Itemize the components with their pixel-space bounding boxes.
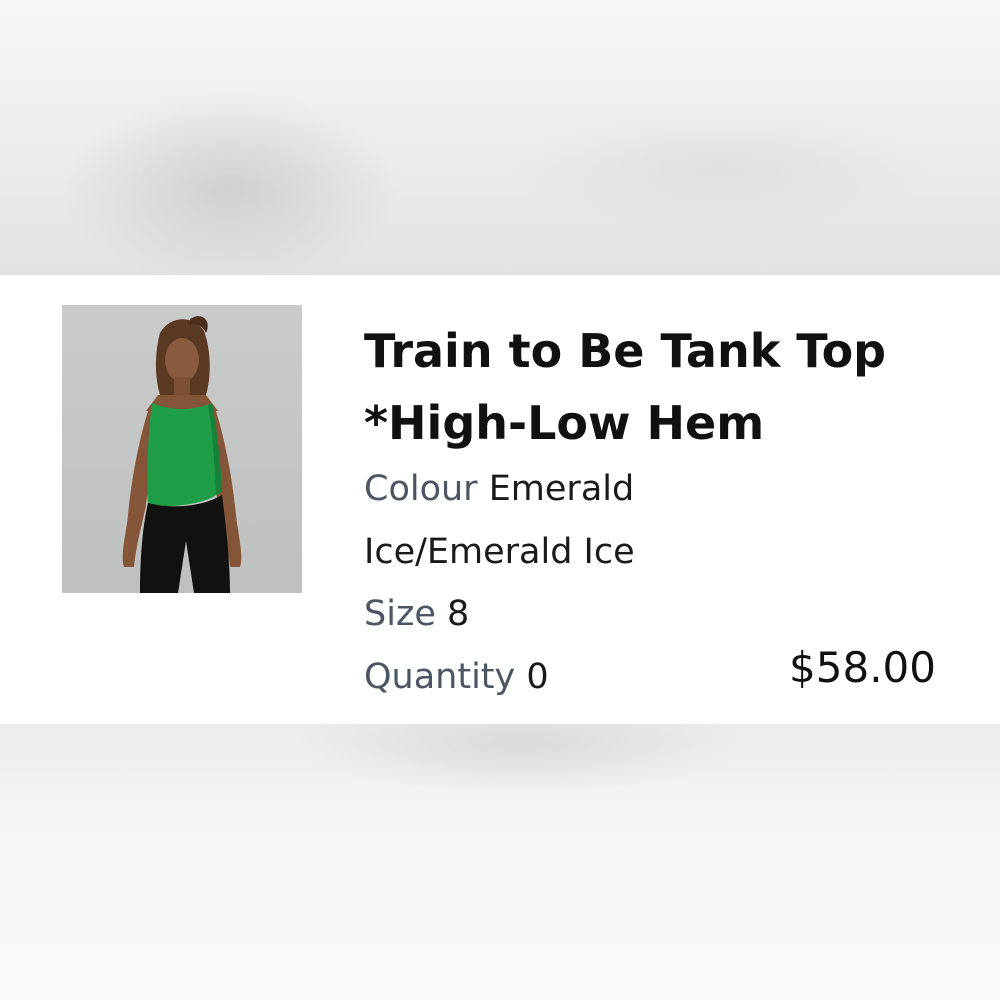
product-title-line1: Train to Be Tank Top	[364, 324, 887, 378]
quantity-label: Quantity	[364, 657, 527, 697]
price: $58.00	[789, 643, 936, 692]
blurred-background-bottom	[0, 724, 1000, 1000]
page: Train to Be Tank Top *High-Low Hem Colou…	[0, 0, 1000, 1000]
size-label: Size	[364, 594, 447, 634]
cart-item-card: Train to Be Tank Top *High-Low Hem Colou…	[0, 275, 1000, 724]
product-title[interactable]: Train to Be Tank Top *High-Low Hem	[364, 315, 964, 459]
model-figure-icon	[122, 316, 242, 593]
product-image[interactable]	[62, 305, 302, 593]
colour-row: Colour Emerald	[364, 467, 634, 511]
quantity-value[interactable]: 0	[526, 657, 548, 697]
quantity-row: Quantity 0	[364, 655, 549, 699]
colour-value-line1: Emerald	[488, 469, 635, 509]
size-row: Size 8	[364, 592, 469, 636]
colour-value-line2: Ice/Emerald Ice	[364, 532, 635, 572]
blurred-background-top	[0, 0, 1000, 275]
product-title-line2: *High-Low Hem	[364, 396, 765, 450]
size-value: 8	[446, 594, 470, 634]
colour-label: Colour	[364, 469, 489, 509]
